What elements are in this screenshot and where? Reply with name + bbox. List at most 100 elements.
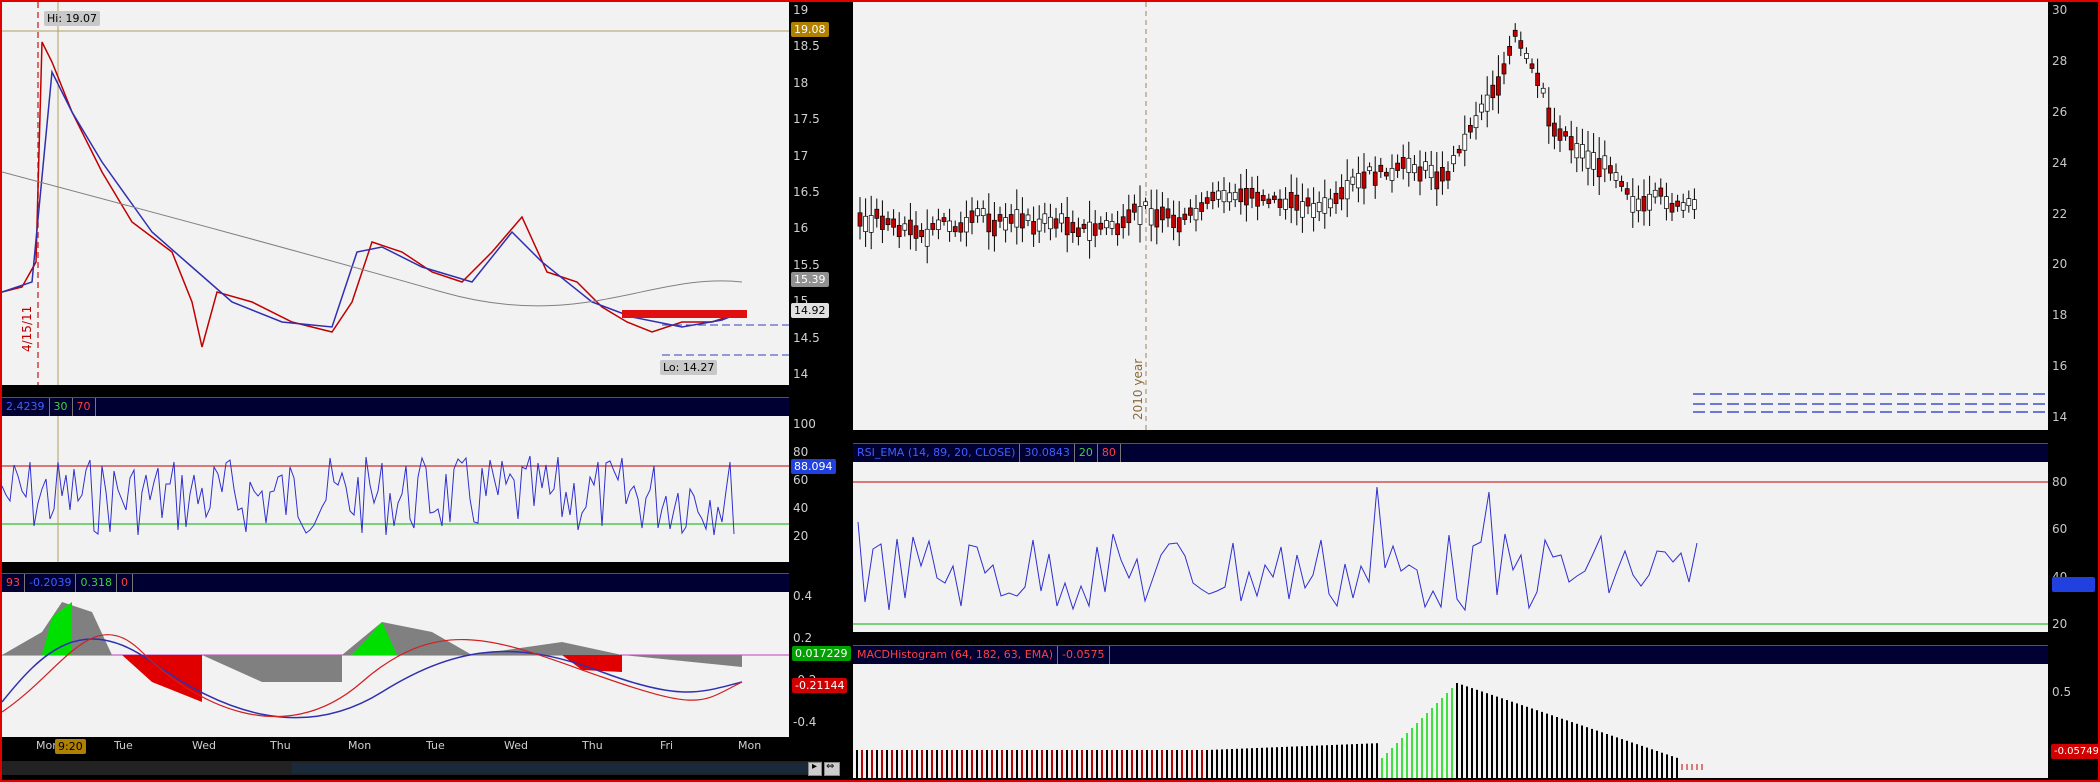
candle-body xyxy=(1540,87,1546,94)
candle-body xyxy=(997,214,1003,222)
left-macd-pane[interactable] xyxy=(2,592,789,737)
candle-body xyxy=(1232,191,1238,201)
candle-body xyxy=(1440,166,1445,182)
candle-body xyxy=(1417,166,1423,182)
left-rsi-pane[interactable] xyxy=(2,416,789,562)
axis-tick-label: 18 xyxy=(793,75,809,90)
candle-body xyxy=(1076,227,1081,237)
price-tag-current: 14.92 xyxy=(791,303,829,318)
candle-body xyxy=(1322,197,1328,214)
candle-body xyxy=(1557,128,1563,141)
candle-body xyxy=(1311,203,1316,218)
candle-body xyxy=(1126,209,1132,224)
histogram-area xyxy=(202,655,342,682)
rsi-low: 30 xyxy=(50,398,73,416)
right-rsi-pane[interactable] xyxy=(853,462,2048,632)
candle-body xyxy=(952,226,958,233)
candle-body xyxy=(1154,209,1160,228)
candle-body xyxy=(924,228,930,247)
candle-body xyxy=(1535,72,1540,86)
axis-tick-label: 22 xyxy=(2052,206,2068,221)
candle-body xyxy=(1680,202,1686,211)
scrollbar-thumb[interactable] xyxy=(292,763,812,773)
price-tag-ma: 15.39 xyxy=(791,272,829,287)
candle-body xyxy=(1630,196,1636,213)
left-rsi-axis: 100 80 60 40 20 xyxy=(789,416,849,562)
candle-body xyxy=(1378,164,1384,172)
candle-body xyxy=(1249,187,1255,199)
candle-body xyxy=(1652,189,1658,198)
candle-body xyxy=(1042,213,1048,224)
candle-body xyxy=(1591,152,1596,170)
year-marker-label: 2010 year xyxy=(1131,358,1145,420)
time-tick-label: Tue xyxy=(426,739,445,752)
right-macd-pane[interactable] xyxy=(853,664,2048,778)
candle-body xyxy=(1423,161,1428,171)
candle-body xyxy=(1305,197,1311,207)
candle-body xyxy=(1624,188,1630,195)
time-tick-label: Tue xyxy=(114,739,133,752)
candle-body xyxy=(1546,107,1552,127)
axis-tick-label: 26 xyxy=(2052,104,2068,119)
expand-arrows-icon: ⇔ xyxy=(826,761,835,772)
candle-body xyxy=(1580,144,1585,159)
right-macd-value-tag: -0.05749 xyxy=(2051,744,2100,759)
candle-body xyxy=(1641,196,1647,212)
candle-body xyxy=(913,225,919,239)
expand-button[interactable]: ⇔ xyxy=(824,761,840,776)
candle-body xyxy=(1109,221,1115,229)
left-rsi-header: 2.4239 30 70 xyxy=(2,397,789,417)
macd-value-b: -0.2039 xyxy=(25,574,77,592)
left-price-pane[interactable]: Hi: 19.07 Lo: 14.27 4/15/11 xyxy=(2,2,789,385)
left-macd-plot xyxy=(2,602,789,719)
candle-body xyxy=(1036,218,1042,232)
candle-body xyxy=(1272,195,1277,200)
left-macd-axis: 0.40.2-0.2-0.4 xyxy=(789,589,849,737)
arrow-right-icon: ▸ xyxy=(812,761,818,772)
horizontal-scrollbar[interactable] xyxy=(2,761,822,775)
time-tick-label: Thu xyxy=(582,739,603,752)
candle-body xyxy=(1675,200,1680,207)
candle-body xyxy=(1210,191,1216,202)
macd-hist-tag: 0.017229 xyxy=(792,646,851,661)
resistance-band xyxy=(622,310,747,318)
candle-body xyxy=(1014,209,1020,228)
candle-body xyxy=(874,208,880,219)
candle-body xyxy=(1412,164,1417,174)
candle-body xyxy=(947,220,952,232)
fast-ma-line xyxy=(2,69,743,328)
candle-body xyxy=(1227,192,1232,203)
time-tick-label: Wed xyxy=(192,739,216,752)
scroll-right-button[interactable]: ▸ xyxy=(808,761,822,776)
candle-body xyxy=(1171,214,1176,229)
candle-body xyxy=(1277,198,1283,208)
candle-body xyxy=(885,218,891,226)
left-rsi-plot xyxy=(2,416,789,562)
candle-body xyxy=(1686,198,1692,207)
candle-body xyxy=(1104,220,1109,229)
rsi-high: 70 xyxy=(73,398,96,416)
rsi-value: 2.4239 xyxy=(2,398,50,416)
candle-body xyxy=(1300,201,1305,218)
candle-body xyxy=(1165,208,1171,219)
candle-body xyxy=(980,208,986,217)
candle-body xyxy=(1339,187,1344,200)
right-price-pane[interactable]: 2010 year xyxy=(853,2,2048,430)
candle-body xyxy=(1143,201,1148,206)
candle-body xyxy=(1473,115,1479,129)
candle-body xyxy=(1507,46,1512,56)
left-price-plot xyxy=(2,2,789,385)
right-rsi-value-tag: 30.0843 xyxy=(2052,577,2096,592)
macd-line-tag: -0.21144 xyxy=(792,678,848,693)
candle-body xyxy=(1182,213,1188,220)
candle-body xyxy=(1451,155,1456,165)
axis-tick-label: 14 xyxy=(793,367,809,381)
candle-body xyxy=(1283,198,1288,210)
candle-body xyxy=(1064,216,1070,236)
right-macd-plot xyxy=(856,683,1703,778)
candle-body xyxy=(1608,165,1613,174)
right-macd-value: -0.0575 xyxy=(1058,646,1110,664)
axis-tick-label: -0.4 xyxy=(793,715,817,729)
time-marker: 9:20 xyxy=(55,739,86,754)
candle-body xyxy=(1120,216,1126,229)
